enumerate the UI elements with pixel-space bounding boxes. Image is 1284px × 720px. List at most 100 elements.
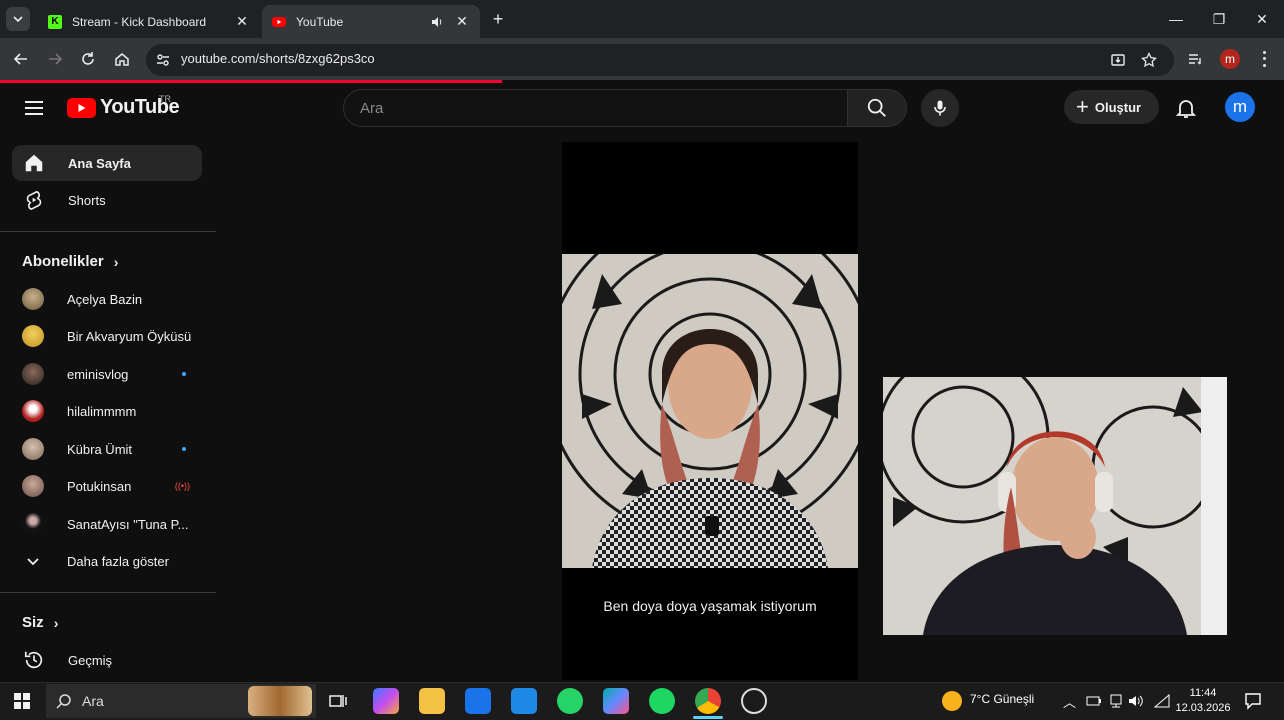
tab-kick-dashboard[interactable]: K Stream - Kick Dashboard ✕: [38, 5, 260, 38]
audio-playing-icon[interactable]: [430, 15, 444, 29]
search-highlight-image: [248, 686, 312, 716]
tab-title: YouTube: [296, 14, 344, 29]
sidebar-divider: [0, 592, 216, 593]
reading-list-icon[interactable]: [1187, 51, 1203, 67]
show-more-label: Daha fazla göster: [67, 553, 169, 569]
history-icon: [22, 648, 46, 672]
spotify-icon[interactable]: [649, 688, 675, 714]
profile-button[interactable]: m: [1220, 49, 1240, 69]
microsoft-365-icon[interactable]: [603, 688, 629, 714]
forward-button[interactable]: [44, 48, 66, 70]
weather-text[interactable]: 7°C Güneşli: [970, 692, 1034, 706]
chevron-down-icon: [13, 16, 23, 23]
tab-search-button[interactable]: [6, 7, 30, 31]
youtube-logo[interactable]: YouTube TR: [67, 94, 180, 119]
obs-icon[interactable]: [741, 688, 767, 714]
taskbar-search[interactable]: Ara: [46, 684, 316, 718]
weather-sun-icon: [942, 691, 962, 711]
channel-avatar: [22, 513, 44, 535]
taskbar-clock[interactable]: 11:44 12.03.2026: [1174, 686, 1232, 716]
volume-icon[interactable]: [1128, 694, 1144, 708]
back-button[interactable]: [10, 48, 32, 70]
chevron-right-icon: ›: [53, 614, 59, 631]
subscription-item[interactable]: Kübra Ümit: [12, 431, 202, 467]
windows-start-icon[interactable]: [14, 693, 30, 709]
channel-avatar: [22, 475, 44, 497]
network-icon[interactable]: [1108, 694, 1124, 708]
sidebar-item-shorts[interactable]: Shorts: [12, 182, 202, 218]
subscription-item[interactable]: Potukinsan ((•)): [12, 468, 202, 504]
url-text: youtube.com/shorts/8zxg62ps3co: [181, 51, 375, 66]
close-tab-icon[interactable]: ✕: [234, 13, 250, 30]
taskbar-search-label: Ara: [82, 693, 104, 709]
restore-button[interactable]: ❐: [1207, 8, 1231, 30]
sidebar-item-label: Ana Sayfa: [68, 155, 131, 171]
channel-name: Kübra Ümit: [67, 441, 133, 457]
browser-tab-strip: K Stream - Kick Dashboard ✕ YouTube ✕ + …: [0, 0, 1284, 38]
wifi-icon[interactable]: [1154, 694, 1170, 708]
search-icon: [56, 694, 71, 709]
battery-icon[interactable]: [1086, 695, 1102, 707]
search-input[interactable]: [344, 90, 847, 126]
you-heading[interactable]: Siz ›: [22, 614, 58, 631]
show-more-button[interactable]: Daha fazla göster: [12, 543, 202, 579]
new-content-dot: [182, 372, 186, 376]
sidebar-item-history[interactable]: Geçmiş: [12, 642, 202, 678]
chevron-down-icon: [22, 550, 44, 572]
channel-avatar: [22, 288, 44, 310]
install-app-icon[interactable]: [1110, 52, 1126, 68]
video-caption: Ben doya doya yaşamak istiyorum: [603, 598, 817, 614]
subscription-item[interactable]: eminisvlog: [12, 356, 202, 392]
home-icon: [22, 151, 46, 175]
create-button[interactable]: + Oluştur: [1064, 90, 1159, 124]
microsoft-store-icon[interactable]: [465, 688, 491, 714]
reload-icon: [82, 52, 94, 65]
copilot-icon[interactable]: [373, 688, 399, 714]
sidebar-item-label: Geçmiş: [68, 652, 113, 668]
sidebar-divider: [0, 231, 216, 232]
new-tab-button[interactable]: +: [488, 9, 508, 29]
subscriptions-heading[interactable]: Abonelikler ›: [22, 253, 118, 270]
subscriptions-heading-label: Abonelikler: [22, 253, 104, 270]
voice-search-button[interactable]: [921, 89, 959, 127]
whatsapp-icon[interactable]: [557, 688, 583, 714]
notification-center-icon[interactable]: [1244, 692, 1262, 710]
account-avatar[interactable]: m: [1225, 92, 1255, 122]
notifications-bell-icon[interactable]: [1174, 96, 1198, 120]
channel-name: Bir Akvaryum Öyküsü: [67, 328, 192, 344]
sidebar-item-label: Shorts: [68, 192, 106, 208]
home-button[interactable]: [111, 48, 133, 70]
page-load-progress: [0, 80, 502, 83]
subscription-item[interactable]: hilalimmmm: [12, 393, 202, 429]
close-window-button[interactable]: ✕: [1250, 8, 1274, 30]
webcam-overlay: [883, 377, 1227, 635]
chevron-right-icon: ›: [113, 253, 119, 270]
browser-menu-icon[interactable]: [1258, 49, 1270, 69]
mail-icon[interactable]: [511, 688, 537, 714]
chrome-icon[interactable]: [695, 688, 721, 714]
subscription-item[interactable]: SanatAyısı "Tuna P...: [12, 506, 202, 542]
subscription-item[interactable]: Açelya Bazin: [12, 281, 202, 317]
task-view-icon[interactable]: [325, 688, 351, 714]
file-explorer-icon[interactable]: [419, 688, 445, 714]
site-info-icon[interactable]: [155, 52, 171, 68]
subscription-item[interactable]: Bir Akvaryum Öyküsü: [12, 318, 202, 354]
country-code: TR: [159, 94, 171, 104]
tray-overflow-icon[interactable]: ︿: [1063, 692, 1076, 711]
new-content-dot: [182, 447, 186, 451]
plus-icon: +: [1076, 94, 1089, 119]
clock-date: 12.03.2026: [1175, 702, 1231, 714]
hamburger-menu-icon[interactable]: [22, 96, 46, 120]
minimize-button[interactable]: —: [1164, 8, 1188, 30]
channel-avatar: [22, 438, 44, 460]
sidebar-item-home[interactable]: Ana Sayfa: [12, 145, 202, 181]
active-app-underline: [693, 716, 723, 719]
video-frame: [562, 254, 858, 568]
close-tab-icon[interactable]: ✕: [454, 13, 470, 30]
search-button[interactable]: [847, 89, 907, 127]
bookmark-star-icon[interactable]: [1141, 52, 1157, 68]
tab-youtube[interactable]: YouTube ✕: [262, 5, 480, 38]
home-icon: [115, 53, 129, 66]
reload-button[interactable]: [77, 48, 99, 70]
shorts-icon: [22, 188, 46, 212]
